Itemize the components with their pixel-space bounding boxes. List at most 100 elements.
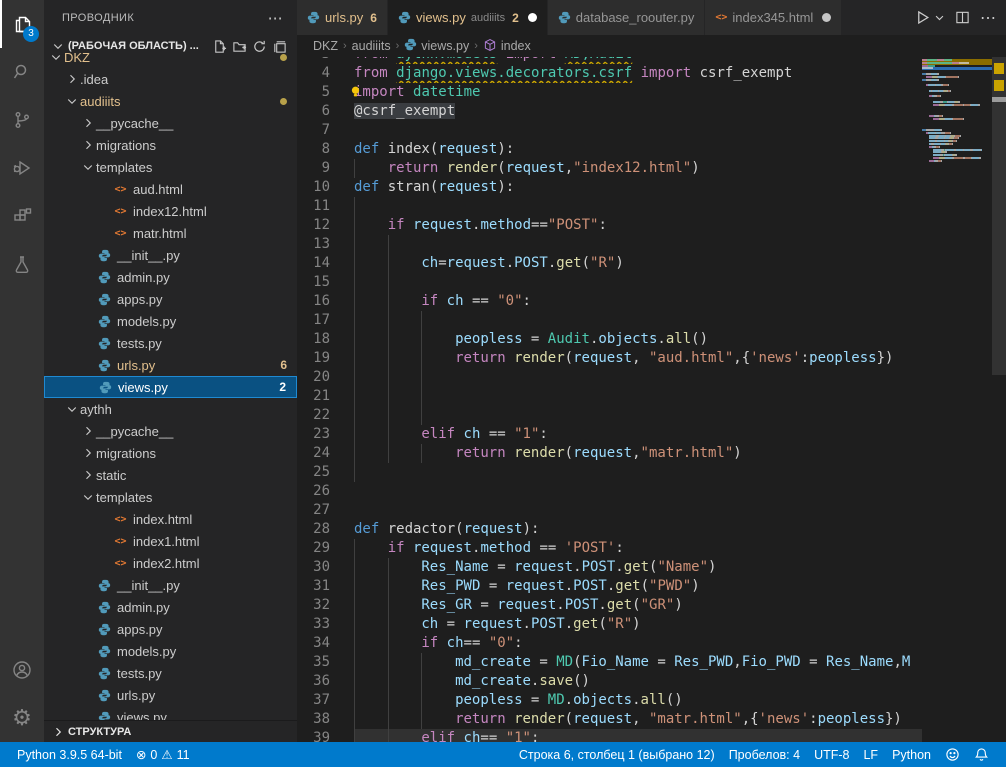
tree-item-index.html[interactable]: <>index.html — [44, 508, 297, 530]
code-line-19[interactable]: 19return render(request, "aud.html",{'ne… — [297, 349, 922, 368]
tree-item-views.py[interactable]: views.py — [44, 706, 297, 720]
tab-database_roouter.py[interactable]: database_roouter.py — [548, 0, 706, 35]
dirty-indicator[interactable] — [528, 13, 537, 22]
code-line-37[interactable]: 37peopless = MD.objects.all() — [297, 691, 922, 710]
outline-section-header[interactable]: СТРУКТУРА — [44, 720, 297, 742]
tree-item-apps.py[interactable]: apps.py — [44, 288, 297, 310]
tab-urls.py[interactable]: urls.py6 — [297, 0, 388, 35]
code-line-31[interactable]: 31Res_PWD = request.POST.get("PWD") — [297, 577, 922, 596]
code-line-28[interactable]: 28def redactor(request): — [297, 520, 922, 539]
tree-item-aythh[interactable]: aythh — [44, 398, 297, 420]
tree-item-urls.py[interactable]: urls.py6 — [44, 354, 297, 376]
activity-accounts-button[interactable] — [0, 646, 44, 694]
code-line-15[interactable]: 15 — [297, 273, 922, 292]
tree-item-views.py[interactable]: views.py2 — [44, 376, 297, 398]
code-line-16[interactable]: 16if ch == "0": — [297, 292, 922, 311]
language-mode-status[interactable]: Python — [885, 748, 938, 762]
run-dropdown-button[interactable] — [934, 12, 945, 23]
indentation-status[interactable]: Пробелов: 4 — [722, 748, 807, 762]
code-line-27[interactable]: 27 — [297, 501, 922, 520]
code-line-35[interactable]: 35md_create = MD(Fio_Name = Res_PWD,Fio_… — [297, 653, 922, 672]
tree-item-index12.html[interactable]: <>index12.html — [44, 200, 297, 222]
code-line-24[interactable]: 24return render(request,"matr.html") — [297, 444, 922, 463]
tree-item-models.py[interactable]: models.py — [44, 640, 297, 662]
tree-item-__pycache__[interactable]: __pycache__ — [44, 112, 297, 134]
activity-run-debug-button[interactable] — [0, 144, 44, 192]
run-python-file-button[interactable] — [914, 9, 931, 26]
tree-item-admin.py[interactable]: admin.py — [44, 596, 297, 618]
code-line-20[interactable]: 20 — [297, 368, 922, 387]
activity-extensions-button[interactable] — [0, 192, 44, 240]
code-line-11[interactable]: 11 — [297, 197, 922, 216]
code-area[interactable]: 3from aythh.models import MD,Audit4from … — [297, 57, 922, 742]
tree-item-index1.html[interactable]: <>index1.html — [44, 530, 297, 552]
code-line-6[interactable]: 6@csrf_exempt — [297, 102, 922, 121]
code-line-38[interactable]: 38return render(request, "matr.html",{'n… — [297, 710, 922, 729]
code-line-39[interactable]: 39elif ch== "1": — [297, 729, 922, 742]
split-editor-button[interactable] — [955, 10, 970, 25]
cursor-position-status[interactable]: Строка 6, столбец 1 (выбрано 12) — [512, 748, 722, 762]
tree-item-tests.py[interactable]: tests.py — [44, 332, 297, 354]
tree-item-urls.py[interactable]: urls.py — [44, 684, 297, 706]
code-line-34[interactable]: 34if ch== "0": — [297, 634, 922, 653]
tree-item-apps.py[interactable]: apps.py — [44, 618, 297, 640]
breadcrumb-item-folder[interactable]: audiiits — [352, 39, 391, 53]
tree-item-matr.html[interactable]: <>matr.html — [44, 222, 297, 244]
tree-item-index2.html[interactable]: <>index2.html — [44, 552, 297, 574]
code-line-36[interactable]: 36md_create.save() — [297, 672, 922, 691]
lightbulb-icon[interactable] — [349, 85, 362, 104]
code-line-3[interactable]: 3from aythh.models import MD,Audit — [297, 57, 922, 64]
tab-index345.html[interactable]: <>index345.html — [705, 0, 842, 35]
tree-item-tests.py[interactable]: tests.py — [44, 662, 297, 684]
code-line-9[interactable]: 9return render(request,"index12.html") — [297, 159, 922, 178]
encoding-status[interactable]: UTF-8 — [807, 748, 856, 762]
code-line-33[interactable]: 33ch = request.POST.get("R") — [297, 615, 922, 634]
code-line-17[interactable]: 17 — [297, 311, 922, 330]
tree-item-.idea[interactable]: .idea — [44, 68, 297, 90]
code-line-18[interactable]: 18peopless = Audit.objects.all() — [297, 330, 922, 349]
breadcrumb-item-symbol[interactable]: index — [483, 38, 531, 55]
vertical-scrollbar[interactable] — [992, 57, 1006, 375]
tree-item-static[interactable]: static — [44, 464, 297, 486]
code-line-7[interactable]: 7 — [297, 121, 922, 140]
activity-source-control-button[interactable] — [0, 96, 44, 144]
tab-views.py[interactable]: views.pyaudiiits2 — [388, 0, 548, 35]
tree-item-__pycache__[interactable]: __pycache__ — [44, 420, 297, 442]
activity-testing-button[interactable] — [0, 240, 44, 288]
tree-item-DKZ[interactable]: DKZ — [44, 46, 297, 68]
code-line-21[interactable]: 21 — [297, 387, 922, 406]
tree-item-aud.html[interactable]: <>aud.html — [44, 178, 297, 200]
tree-item-templates[interactable]: templates — [44, 486, 297, 508]
tree-item-migrations[interactable]: migrations — [44, 442, 297, 464]
notifications-button[interactable] — [967, 747, 996, 762]
tree-item-admin.py[interactable]: admin.py — [44, 266, 297, 288]
minimap[interactable] — [922, 59, 992, 162]
editor-more-actions-button[interactable]: ⋯ — [980, 8, 996, 28]
editor[interactable]: 3from aythh.models import MD,Audit4from … — [297, 57, 1006, 742]
code-line-25[interactable]: 25 — [297, 463, 922, 482]
code-line-22[interactable]: 22 — [297, 406, 922, 425]
code-line-8[interactable]: 8def index(request): — [297, 140, 922, 159]
breadcrumb-item-file[interactable]: views.py — [404, 38, 469, 54]
tree-item-audiiits[interactable]: audiiits — [44, 90, 297, 112]
explorer-more-actions-button[interactable]: ⋯ — [268, 9, 283, 27]
code-line-12[interactable]: 12if request.method=="POST": — [297, 216, 922, 235]
code-line-4[interactable]: 4from django.views.decorators.csrf impor… — [297, 64, 922, 83]
eol-status[interactable]: LF — [856, 748, 885, 762]
activity-settings-button[interactable]: ⚙ — [0, 694, 44, 742]
feedback-button[interactable] — [938, 747, 967, 762]
tree-item-models.py[interactable]: models.py — [44, 310, 297, 332]
code-line-5[interactable]: 5import datetime — [297, 83, 922, 102]
code-line-13[interactable]: 13 — [297, 235, 922, 254]
tree-item-__init__.py[interactable]: __init__.py — [44, 574, 297, 596]
code-line-23[interactable]: 23elif ch == "1": — [297, 425, 922, 444]
tree-item-migrations[interactable]: migrations — [44, 134, 297, 156]
breadcrumb-item-folder[interactable]: DKZ — [313, 39, 338, 53]
tree-item-__init__.py[interactable]: __init__.py — [44, 244, 297, 266]
code-line-26[interactable]: 26 — [297, 482, 922, 501]
code-line-32[interactable]: 32Res_GR = request.POST.get("GR") — [297, 596, 922, 615]
code-line-14[interactable]: 14ch=request.POST.get("R") — [297, 254, 922, 273]
code-line-30[interactable]: 30Res_Name = request.POST.get("Name") — [297, 558, 922, 577]
activity-explorer-button[interactable]: 3 — [0, 0, 44, 48]
activity-search-button[interactable] — [0, 48, 44, 96]
